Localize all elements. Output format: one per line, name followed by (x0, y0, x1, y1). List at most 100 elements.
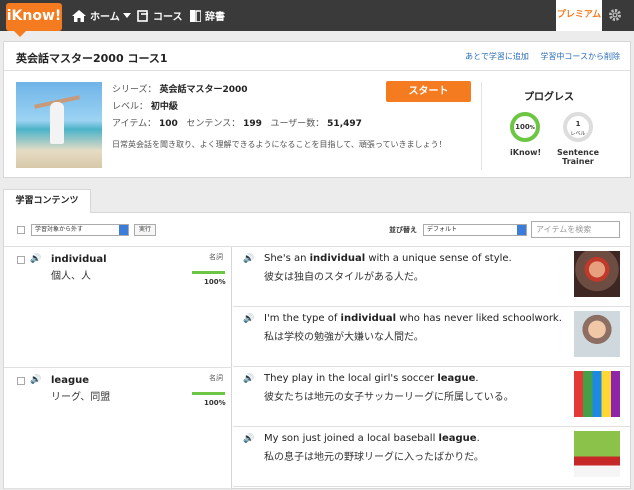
divider (4, 70, 630, 71)
sentence-keyword: individual (340, 313, 397, 324)
stats-row: アイテム： 100 センテンス： 199 ユーザー数： 51,497 (112, 116, 362, 129)
tab-learning-contents[interactable]: 学習コンテンツ (3, 189, 91, 213)
sentence-photo (574, 311, 620, 357)
nav-home[interactable]: ホーム (72, 0, 135, 31)
item-progress-bar (192, 392, 225, 395)
nav-home-label: ホーム (90, 12, 120, 23)
filter-select[interactable]: 学習対象から外す (31, 224, 129, 236)
list-item[interactable]: 🔊 individual 個人、人 名詞 100% (4, 247, 232, 368)
sort-label: 並び替え (389, 226, 417, 234)
level-row: レベル： 初中級 (112, 99, 178, 112)
sort-select[interactable]: デフォルト (423, 224, 527, 236)
users-label: ユーザー数： (270, 119, 325, 129)
series-value: 英会話マスター2000 (159, 85, 248, 95)
course-card: 英会話マスター2000 コース1 あとで学習に追加 学習中コースから削除 シリー… (3, 41, 631, 178)
speaker-icon[interactable]: 🔊 (243, 314, 254, 324)
sentence-japanese: 私の息子は地元の野球リーグに入ったばかりだ。 (264, 452, 484, 463)
items-value: 100 (158, 119, 178, 129)
speaker-icon[interactable]: 🔊 (243, 374, 254, 384)
sentence-trainer-label-line1: Sentence (557, 148, 599, 157)
sentence-trainer-label-line2: Trainer (562, 157, 594, 166)
item-meaning: リーグ、同盟 (51, 392, 111, 403)
sentence-photo (574, 431, 620, 477)
item-word: league (51, 375, 90, 386)
chevron-down-icon (122, 12, 131, 18)
item-list: 🔊 individual 個人、人 名詞 100% 🔊 league リーグ、同… (4, 247, 232, 490)
course-title: 英会話マスター2000 コース1 (16, 52, 168, 65)
top-bar: iKnow! ホーム コース 辞書 プレミアム (0, 0, 634, 37)
level-label: レベル： (112, 102, 149, 112)
progress-title: プログレス (524, 92, 574, 103)
item-checkbox[interactable] (17, 377, 25, 385)
speaker-icon[interactable]: 🔊 (243, 254, 254, 264)
sentence-japanese: 彼女は独自のスタイルがある人だ。 (264, 272, 424, 283)
nav-course-label: コース (153, 12, 183, 23)
start-button[interactable]: スタート (386, 81, 471, 102)
sentence-text: . (476, 433, 480, 444)
premium-link[interactable]: プレミアム (556, 0, 602, 31)
item-progress-pct: 100% (204, 278, 226, 286)
sentence-text: I'm the type of (264, 313, 341, 324)
sentence-photo (574, 371, 620, 417)
sentence-english: They play in the local girl's soccer lea… (264, 373, 479, 384)
contents-panel: 学習対象から外す 実行 並び替え デフォルト アイテムを検索 🔊 individ… (3, 212, 631, 490)
iknow-progress-unit: % (529, 125, 535, 131)
gear-icon[interactable] (608, 8, 622, 22)
course-icon (137, 9, 148, 22)
sentence-text: She's an (264, 253, 310, 264)
course-thumbnail (16, 82, 102, 168)
sentence-trainer-ring: 1 レベル (563, 112, 593, 142)
home-icon (72, 9, 86, 22)
item-progress-pct: 100% (204, 399, 226, 407)
sentence-keyword: league (437, 373, 476, 384)
sentence-text: . (475, 373, 479, 384)
sentence-text: who has never liked schoolwork. (396, 313, 562, 324)
sentence-row[interactable]: 🔊 She's an individual with a unique sens… (233, 247, 630, 307)
speaker-icon[interactable]: 🔊 (30, 375, 41, 385)
sentences-label: センテンス： (186, 119, 241, 129)
item-progress-bar (192, 271, 225, 274)
sentence-row[interactable]: 🔊 I'm the type of individual who has nev… (233, 307, 630, 367)
sentences-value: 199 (243, 119, 262, 129)
iknow-progress-value: 100 (515, 123, 530, 131)
sentence-row[interactable]: 🔊 They play in the local girl's soccer l… (233, 367, 630, 427)
item-part-of-speech: 名詞 (209, 374, 223, 382)
vertical-divider (481, 82, 482, 170)
select-all-checkbox[interactable] (17, 226, 25, 234)
iknow-logo[interactable]: iKnow! (6, 3, 62, 37)
nav-course[interactable]: コース (137, 0, 183, 31)
users-value: 51,497 (327, 119, 362, 129)
item-search-input[interactable]: アイテムを検索 (531, 221, 620, 238)
sentence-level-value: 1 (575, 120, 581, 128)
sentence-english: She's an individual with a unique sense … (264, 253, 512, 264)
sentence-text: My son just joined a local baseball (264, 433, 439, 444)
speaker-icon[interactable]: 🔊 (30, 254, 41, 264)
add-later-link[interactable]: あとで学習に追加 (465, 52, 529, 61)
item-part-of-speech: 名詞 (209, 253, 223, 261)
sentence-japanese: 私は学校の勉強が大嫌いな人間だ。 (264, 332, 424, 343)
run-button[interactable]: 実行 (134, 224, 157, 236)
nav-dictionary[interactable]: 辞書 (190, 0, 225, 31)
sentence-text: with a unique sense of style. (365, 253, 512, 264)
item-word: individual (51, 254, 107, 265)
sentence-row[interactable]: 🔊 My son just joined a local baseball le… (233, 427, 630, 487)
sentence-japanese: 彼女たちは地元の女子サッカーリーグに所属している。 (264, 392, 514, 403)
sentence-trainer-label: Sentence Trainer (553, 148, 603, 166)
sentence-english: I'm the type of individual who has never… (264, 313, 562, 324)
list-item[interactable]: 🔊 league リーグ、同盟 名詞 100% (4, 368, 232, 489)
sentence-keyword: league (438, 433, 477, 444)
sentence-keyword: individual (309, 253, 366, 264)
sentence-level-unit: レベル (570, 131, 586, 137)
series-label: シリーズ： (112, 85, 157, 95)
nav-dictionary-label: 辞書 (205, 12, 225, 23)
remove-course-link[interactable]: 学習中コースから削除 (540, 52, 620, 61)
book-icon (190, 9, 201, 22)
series-row: シリーズ： 英会話マスター2000 (112, 82, 248, 95)
iknow-progress-label: iKnow! (510, 148, 542, 157)
iknow-progress-ring: 100% (510, 112, 540, 142)
items-label: アイテム： (112, 119, 157, 129)
speaker-icon[interactable]: 🔊 (243, 434, 254, 444)
item-checkbox[interactable] (17, 256, 25, 264)
course-description: 日常英会話を聞き取り、よく理解できるようになることを目指して、頑張っていきましょ… (112, 140, 447, 149)
sentence-photo (574, 251, 620, 297)
